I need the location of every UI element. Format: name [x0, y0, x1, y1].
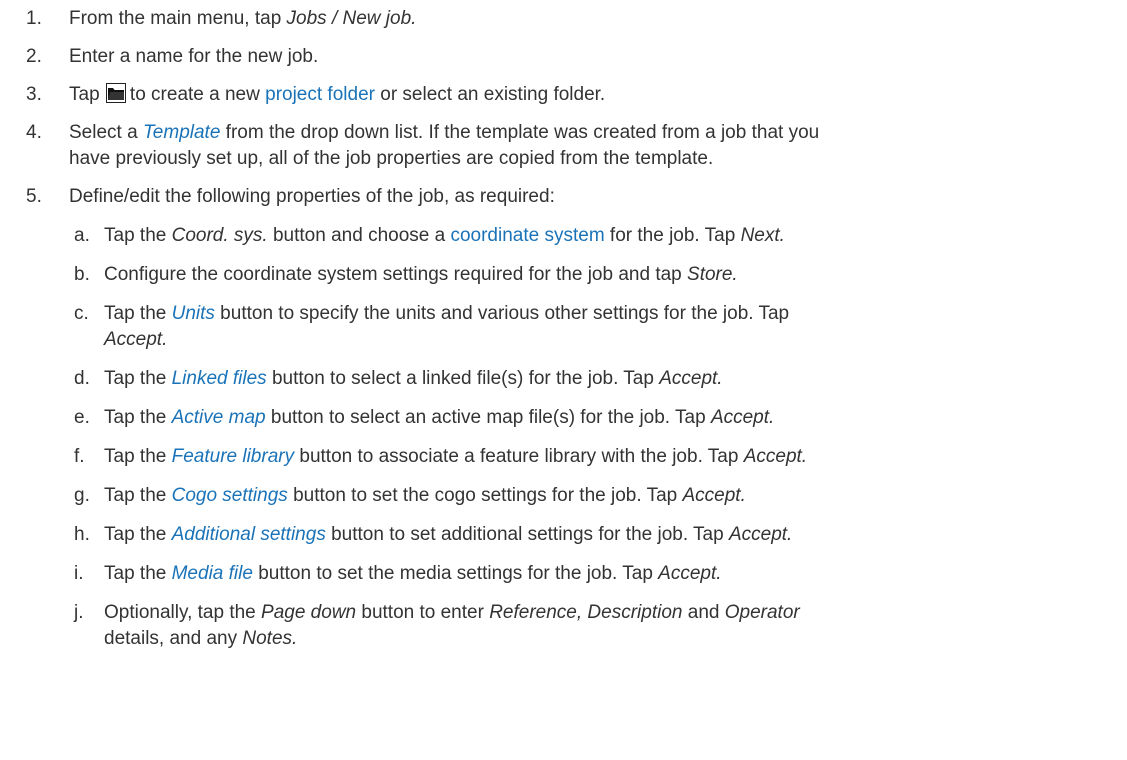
substep-d: d. Tap the Linked files button to select… — [26, 366, 1127, 392]
coord-sys-button-label: Coord. sys. — [171, 225, 268, 246]
store-button-label: Store. — [687, 264, 738, 285]
page-down-button-label: Page down — [261, 602, 357, 623]
step-4: 4. Select a Template from the drop down … — [26, 120, 1127, 172]
substep-text: Tap the — [104, 407, 172, 428]
substep-letter: i. — [74, 563, 84, 584]
substep-a: a. Tap the Coord. sys. button and choose… — [26, 223, 1127, 249]
substep-text: Tap the — [104, 446, 172, 467]
step-2: 2. Enter a name for the new job. — [26, 44, 1127, 70]
substep-c: c. Tap the Units button to specify the u… — [26, 301, 1127, 353]
active-map-link[interactable]: Active map — [172, 407, 266, 428]
feature-library-link[interactable]: Feature library — [172, 446, 295, 467]
step-text: to create a new — [129, 84, 266, 105]
menu-path: Jobs / New job. — [286, 8, 417, 29]
accept-button-label: Accept. — [658, 563, 722, 584]
step-text: Enter a name for the new job. — [69, 46, 319, 67]
substep-g: g. Tap the Cogo settings button to set t… — [26, 483, 1127, 509]
substep-letter: h. — [74, 524, 90, 545]
reference-description-label: Reference, Description — [489, 602, 683, 623]
substep-j: j. Optionally, tap the Page down button … — [26, 600, 1127, 652]
substep-text: button to set additional settings for th… — [325, 524, 729, 545]
step-number: 3. — [26, 84, 42, 105]
substep-text: button to set the media settings for the… — [252, 563, 659, 584]
step-number: 1. — [26, 8, 42, 29]
substep-text: button to specify the units and various … — [214, 303, 790, 324]
step-1: 1. From the main menu, tap Jobs / New jo… — [26, 6, 1127, 32]
step-number: 4. — [26, 122, 42, 143]
step-text: or select an existing folder. — [374, 84, 606, 105]
substep-text: Configure the coordinate system settings… — [104, 264, 688, 285]
units-link[interactable]: Units — [172, 303, 215, 324]
substep-letter: c. — [74, 303, 89, 324]
step-number: 5. — [26, 186, 42, 207]
media-file-link[interactable]: Media file — [172, 563, 253, 584]
substep-text: button and choose a — [267, 225, 451, 246]
notes-label: Notes. — [242, 628, 298, 649]
step-text: from the drop down list. If the template… — [220, 122, 820, 143]
substep-letter: e. — [74, 407, 90, 428]
substep-f: f. Tap the Feature library button to ass… — [26, 444, 1127, 470]
additional-settings-link[interactable]: Additional settings — [172, 524, 326, 545]
substep-letter: j. — [74, 602, 84, 623]
template-link[interactable]: Template — [143, 122, 220, 143]
accept-button-label: Accept. — [104, 329, 168, 350]
step-text: Tap — [69, 84, 105, 105]
substep-letter: f. — [74, 446, 85, 467]
substep-text: button to associate a feature library wi… — [294, 446, 744, 467]
substep-text: button to set the cogo settings for the … — [287, 485, 683, 506]
coordinate-system-link[interactable]: coordinate system — [450, 225, 604, 246]
substep-letter: a. — [74, 225, 90, 246]
substep-text: Tap the — [104, 303, 172, 324]
substep-letter: d. — [74, 368, 90, 389]
step-text: have previously set up, all of the job p… — [69, 148, 714, 169]
accept-button-label: Accept. — [710, 407, 775, 428]
substep-text: for the job. Tap — [604, 225, 741, 246]
accept-button-label: Accept. — [659, 368, 723, 389]
cogo-settings-link[interactable]: Cogo settings — [172, 485, 288, 506]
substep-text: Tap the — [104, 225, 172, 246]
operator-label: Operator — [724, 602, 800, 623]
step-number: 2. — [26, 46, 42, 67]
substep-letter: g. — [74, 485, 90, 506]
project-folder-link[interactable]: project folder — [265, 84, 375, 105]
substep-text: Tap the — [104, 524, 172, 545]
accept-button-label: Accept. — [682, 485, 746, 506]
substep-text: Tap the — [104, 368, 172, 389]
substep-b: b. Configure the coordinate system setti… — [26, 262, 1127, 288]
substep-text: button to select an active map file(s) f… — [265, 407, 711, 428]
step-text: Select a — [69, 122, 143, 143]
substep-e: e. Tap the Active map button to select a… — [26, 405, 1127, 431]
step-5: 5. Define/edit the following properties … — [26, 184, 1127, 210]
substep-h: h. Tap the Additional settings button to… — [26, 522, 1127, 548]
substep-text: details, and any — [104, 628, 243, 649]
substep-text: Tap the — [104, 485, 172, 506]
step-text: From the main menu, tap — [69, 8, 287, 29]
next-button-label: Next. — [740, 225, 785, 246]
substep-text: Optionally, tap the — [104, 602, 262, 623]
accept-button-label: Accept. — [743, 446, 808, 467]
substep-i: i. Tap the Media file button to set the … — [26, 561, 1127, 587]
step-3: 3. Tap to create a new project folder or… — [26, 82, 1127, 108]
substep-text: and — [682, 602, 725, 623]
substep-text: button to select a linked file(s) for th… — [266, 368, 660, 389]
substep-letter: b. — [74, 264, 90, 285]
substep-text: button to enter — [356, 602, 490, 623]
linked-files-link[interactable]: Linked files — [172, 368, 267, 389]
instruction-document: 1. From the main menu, tap Jobs / New jo… — [0, 0, 1127, 652]
substep-text: Tap the — [104, 563, 172, 584]
folder-icon — [105, 83, 126, 103]
accept-button-label: Accept. — [728, 524, 793, 545]
step-text: Define/edit the following properties of … — [69, 186, 555, 207]
